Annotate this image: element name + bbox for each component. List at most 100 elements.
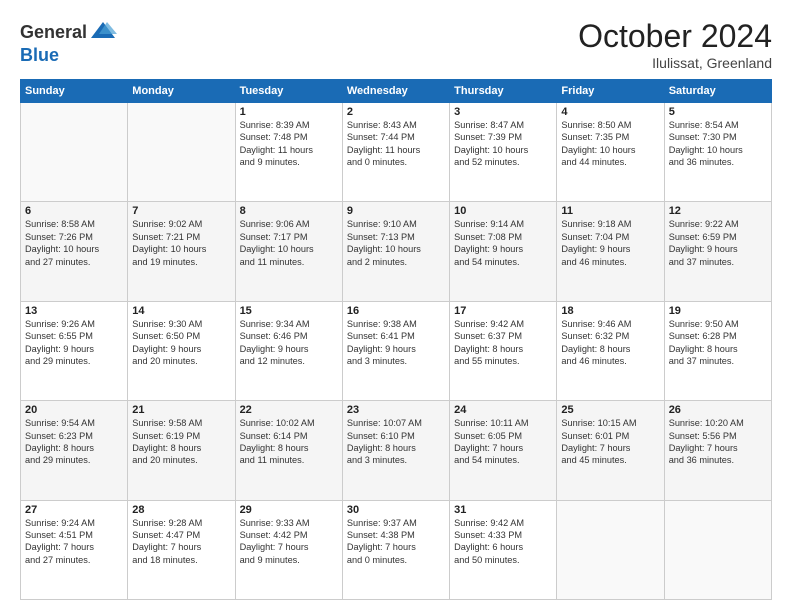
day-info-line: Sunrise: 9:28 AM xyxy=(132,517,230,529)
month-title: October 2024 xyxy=(578,18,772,55)
calendar-cell xyxy=(664,500,771,599)
day-info-line: Daylight: 10 hours xyxy=(347,243,445,255)
day-info-line: Daylight: 9 hours xyxy=(132,343,230,355)
calendar-cell: 28Sunrise: 9:28 AMSunset: 4:47 PMDayligh… xyxy=(128,500,235,599)
weekday-header-row: Sunday Monday Tuesday Wednesday Thursday… xyxy=(21,80,772,103)
day-info-line: and 29 minutes. xyxy=(25,355,123,367)
calendar-week-4: 20Sunrise: 9:54 AMSunset: 6:23 PMDayligh… xyxy=(21,401,772,500)
day-info-line: Daylight: 11 hours xyxy=(347,144,445,156)
day-number: 18 xyxy=(561,305,659,317)
day-info-line: Sunset: 7:08 PM xyxy=(454,231,552,243)
day-info-line: Daylight: 7 hours xyxy=(669,442,767,454)
day-info-line: Daylight: 8 hours xyxy=(240,442,338,454)
day-info-line: Daylight: 8 hours xyxy=(454,343,552,355)
day-info-line: Sunrise: 9:24 AM xyxy=(25,517,123,529)
day-info-line: and 3 minutes. xyxy=(347,355,445,367)
day-info-line: Sunset: 7:48 PM xyxy=(240,131,338,143)
day-info-line: Sunset: 6:32 PM xyxy=(561,330,659,342)
day-info-line: and 45 minutes. xyxy=(561,454,659,466)
day-info-line: Daylight: 10 hours xyxy=(454,144,552,156)
calendar-cell: 5Sunrise: 8:54 AMSunset: 7:30 PMDaylight… xyxy=(664,103,771,202)
day-info-line: Daylight: 9 hours xyxy=(240,343,338,355)
day-info-line: and 37 minutes. xyxy=(669,256,767,268)
day-number: 23 xyxy=(347,404,445,416)
day-info-line: Sunset: 7:04 PM xyxy=(561,231,659,243)
calendar-week-5: 27Sunrise: 9:24 AMSunset: 4:51 PMDayligh… xyxy=(21,500,772,599)
day-info-line: Daylight: 8 hours xyxy=(25,442,123,454)
day-info-line: Sunset: 6:41 PM xyxy=(347,330,445,342)
calendar-cell: 31Sunrise: 9:42 AMSunset: 4:33 PMDayligh… xyxy=(450,500,557,599)
calendar-cell xyxy=(557,500,664,599)
day-number: 12 xyxy=(669,205,767,217)
header-tuesday: Tuesday xyxy=(235,80,342,103)
day-info-line: and 19 minutes. xyxy=(132,256,230,268)
day-number: 4 xyxy=(561,106,659,118)
day-info-line: Sunset: 7:44 PM xyxy=(347,131,445,143)
day-info-line: Sunset: 7:21 PM xyxy=(132,231,230,243)
day-number: 1 xyxy=(240,106,338,118)
day-info-line: Sunset: 6:19 PM xyxy=(132,430,230,442)
day-info-line: Sunset: 4:38 PM xyxy=(347,529,445,541)
day-info-line: and 36 minutes. xyxy=(669,156,767,168)
day-info-line: Sunset: 6:10 PM xyxy=(347,430,445,442)
day-info-line: Daylight: 7 hours xyxy=(347,541,445,553)
day-info-line: Sunset: 6:55 PM xyxy=(25,330,123,342)
day-number: 29 xyxy=(240,504,338,516)
day-info-line: and 55 minutes. xyxy=(454,355,552,367)
day-info-line: Sunrise: 9:38 AM xyxy=(347,318,445,330)
day-number: 28 xyxy=(132,504,230,516)
day-info-line: Sunrise: 9:42 AM xyxy=(454,517,552,529)
day-info-line: and 0 minutes. xyxy=(347,156,445,168)
day-info-line: Sunrise: 9:26 AM xyxy=(25,318,123,330)
calendar-cell: 24Sunrise: 10:11 AMSunset: 6:05 PMDaylig… xyxy=(450,401,557,500)
day-info-line: Daylight: 7 hours xyxy=(25,541,123,553)
day-number: 21 xyxy=(132,404,230,416)
day-info-line: and 12 minutes. xyxy=(240,355,338,367)
day-number: 8 xyxy=(240,205,338,217)
day-number: 14 xyxy=(132,305,230,317)
calendar-cell: 7Sunrise: 9:02 AMSunset: 7:21 PMDaylight… xyxy=(128,202,235,301)
day-info-line: Sunrise: 9:30 AM xyxy=(132,318,230,330)
day-info-line: Daylight: 7 hours xyxy=(132,541,230,553)
calendar-cell: 1Sunrise: 8:39 AMSunset: 7:48 PMDaylight… xyxy=(235,103,342,202)
day-info-line: Sunrise: 9:14 AM xyxy=(454,218,552,230)
day-info-line: Sunset: 6:28 PM xyxy=(669,330,767,342)
day-info-line: Sunrise: 9:54 AM xyxy=(25,417,123,429)
day-info-line: Sunset: 7:39 PM xyxy=(454,131,552,143)
day-info-line: Sunrise: 9:18 AM xyxy=(561,218,659,230)
day-info-line: Sunset: 6:59 PM xyxy=(669,231,767,243)
day-info-line: and 37 minutes. xyxy=(669,355,767,367)
day-info-line: Daylight: 8 hours xyxy=(561,343,659,355)
day-info-line: and 52 minutes. xyxy=(454,156,552,168)
day-info-line: Sunrise: 10:15 AM xyxy=(561,417,659,429)
day-info-line: Daylight: 7 hours xyxy=(454,442,552,454)
day-info-line: Sunset: 6:05 PM xyxy=(454,430,552,442)
header-thursday: Thursday xyxy=(450,80,557,103)
day-number: 17 xyxy=(454,305,552,317)
logo-blue-text: Blue xyxy=(20,46,117,64)
calendar-cell xyxy=(21,103,128,202)
day-info-line: Sunset: 7:26 PM xyxy=(25,231,123,243)
day-number: 10 xyxy=(454,205,552,217)
day-info-line: Sunrise: 9:50 AM xyxy=(669,318,767,330)
calendar-week-3: 13Sunrise: 9:26 AMSunset: 6:55 PMDayligh… xyxy=(21,301,772,400)
day-info-line: Daylight: 9 hours xyxy=(347,343,445,355)
day-info-line: Sunset: 7:17 PM xyxy=(240,231,338,243)
day-number: 11 xyxy=(561,205,659,217)
calendar-cell: 16Sunrise: 9:38 AMSunset: 6:41 PMDayligh… xyxy=(342,301,449,400)
day-info-line: and 9 minutes. xyxy=(240,554,338,566)
day-number: 20 xyxy=(25,404,123,416)
day-info-line: Daylight: 10 hours xyxy=(25,243,123,255)
day-info-line: Sunrise: 9:22 AM xyxy=(669,218,767,230)
day-info-line: Sunrise: 8:58 AM xyxy=(25,218,123,230)
day-info-line: Daylight: 10 hours xyxy=(669,144,767,156)
day-info-line: Sunset: 7:30 PM xyxy=(669,131,767,143)
day-info-line: Daylight: 9 hours xyxy=(25,343,123,355)
header-saturday: Saturday xyxy=(664,80,771,103)
calendar-cell: 30Sunrise: 9:37 AMSunset: 4:38 PMDayligh… xyxy=(342,500,449,599)
day-number: 6 xyxy=(25,205,123,217)
header: General Blue October 2024 Ilulissat, Gre… xyxy=(20,18,772,71)
day-info-line: Sunrise: 10:02 AM xyxy=(240,417,338,429)
calendar-cell: 12Sunrise: 9:22 AMSunset: 6:59 PMDayligh… xyxy=(664,202,771,301)
calendar-cell: 4Sunrise: 8:50 AMSunset: 7:35 PMDaylight… xyxy=(557,103,664,202)
